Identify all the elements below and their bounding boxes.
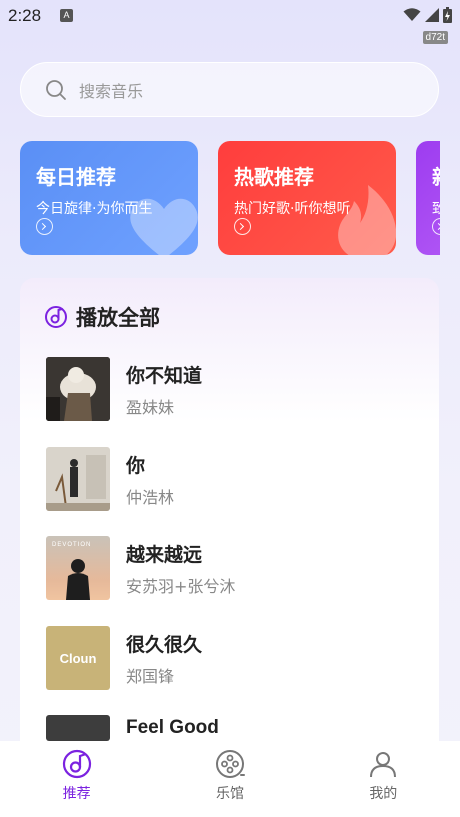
search-icon	[46, 79, 66, 100]
nav-label: 乐馆	[215, 786, 244, 802]
notification-badge: A	[60, 9, 73, 22]
nav-tab-music-hall[interactable]: 乐馆	[153, 741, 306, 817]
nav-label: 我的	[369, 786, 398, 802]
panel-title: 播放全部	[76, 306, 160, 330]
song-title: 越来越远	[126, 543, 203, 566]
film-reel-icon	[215, 750, 245, 778]
song-item[interactable]: Cloun 很久很久 郑国锋	[46, 626, 202, 690]
song-artist: 安苏羽+张兮沐	[126, 576, 236, 596]
song-artist: 仲浩林	[126, 487, 175, 507]
song-cover	[46, 715, 110, 741]
card-new-songs[interactable]: 新 致	[416, 141, 440, 255]
search-placeholder: 搜索音乐	[79, 81, 144, 101]
song-title: Feel Good	[126, 717, 219, 738]
bottom-nav: 推荐 乐馆 我的	[0, 741, 460, 817]
wifi-icon	[403, 8, 421, 21]
play-all-button[interactable]: 播放全部	[44, 302, 160, 332]
song-title: 你	[126, 454, 146, 477]
song-title: 很久很久	[126, 633, 203, 656]
card-daily-recommend[interactable]: 每日推荐 今日旋律·为你而生	[20, 141, 198, 255]
nav-tab-recommend[interactable]: 推荐	[0, 741, 153, 817]
user-icon	[370, 752, 397, 778]
arrow-right-icon	[432, 218, 440, 235]
heart-deco-icon	[130, 198, 198, 255]
nav-tab-mine[interactable]: 我的	[307, 741, 460, 817]
song-artist: 盈妹妹	[126, 397, 175, 417]
cover-text: Cloun	[59, 650, 97, 666]
search-input[interactable]: 搜索音乐	[20, 62, 439, 117]
signal-icon	[425, 8, 439, 22]
song-item[interactable]: 你不知道 盈妹妹	[46, 357, 202, 421]
music-disc-icon	[62, 749, 91, 779]
music-disc-icon	[45, 306, 67, 328]
song-item[interactable]: DEVOTION 越来越远 安苏羽+张兮沐	[46, 536, 235, 600]
song-item[interactable]: 你 仲浩林	[46, 447, 174, 511]
card-hot-songs[interactable]: 热歌推荐 热门好歌·听你想听	[218, 141, 396, 255]
song-cover	[46, 357, 110, 421]
song-title: 你不知道	[126, 364, 203, 387]
nav-label: 推荐	[62, 786, 91, 802]
arrow-right-icon	[36, 218, 53, 235]
song-cover	[46, 447, 110, 511]
song-artist: 郑国锋	[126, 666, 175, 686]
version-tag: d72t	[422, 31, 448, 44]
song-cover: Cloun	[46, 626, 110, 690]
status-icons	[403, 7, 452, 23]
song-cover: DEVOTION	[46, 536, 110, 600]
song-list-panel: 播放全部 你不知道 盈妹妹 你 仲浩林 DEVOTION 越来越远 安苏羽+张兮…	[20, 278, 439, 758]
recommend-cards: 每日推荐 今日旋律·为你而生 热歌推荐 热门好歌·听你想听 新 致	[20, 141, 440, 255]
status-time: 2:28	[8, 6, 42, 25]
arrow-right-icon	[234, 218, 251, 235]
card-title: 新	[432, 161, 440, 190]
card-subtitle: 致	[432, 201, 440, 217]
battery-icon	[443, 7, 452, 23]
flame-deco-icon	[338, 185, 396, 255]
status-bar: 2:28 A d72t	[0, 0, 460, 44]
card-title: 每日推荐	[36, 165, 116, 189]
